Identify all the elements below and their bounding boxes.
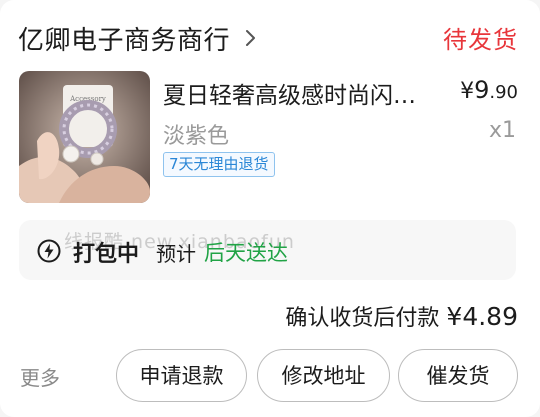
shop-name[interactable]: 亿卿电子商务商行 — [18, 20, 230, 57]
order-card: 亿卿电子商务商行 待发货 Accessory 夏日轻奢高级感时尚闪… ¥9.90… — [0, 0, 540, 417]
price-currency: ¥ — [460, 79, 475, 104]
payment-line: 确认收货后付款 ¥4.89 — [285, 300, 518, 332]
product-variant: 淡紫色 — [163, 124, 230, 149]
price-integer: 9 — [474, 76, 490, 104]
request-refund-button[interactable]: 申请退款 — [116, 349, 247, 402]
product-thumbnail[interactable]: Accessory — [19, 71, 150, 203]
product-price: ¥9.90 — [460, 76, 518, 104]
shop-header[interactable]: 亿卿电子商务商行 待发货 — [18, 18, 518, 58]
product-title[interactable]: 夏日轻奢高级感时尚闪… — [163, 76, 433, 110]
product-quantity: x1 — [488, 118, 516, 143]
payment-label: 确认收货后付款 — [285, 306, 440, 331]
change-address-button[interactable]: 修改地址 — [257, 349, 390, 402]
bolt-icon — [37, 239, 61, 263]
payment-amount: ¥4.89 — [446, 302, 518, 331]
eta-prefix: 预计 — [156, 242, 196, 266]
logistics-bar[interactable]: 线报酷 new.xianbaofun 打包中 预计 后天送达 — [19, 220, 516, 280]
urge-shipping-button[interactable]: 催发货 — [398, 349, 518, 402]
packing-status: 打包中 — [73, 242, 140, 267]
order-status: 待发货 — [443, 26, 518, 54]
return-policy-badge: 7天无理由退货 — [163, 152, 275, 177]
eta-value: 后天送达 — [204, 241, 288, 265]
chevron-right-icon[interactable] — [244, 28, 258, 48]
price-decimal: .90 — [489, 82, 518, 103]
more-button[interactable]: 更多 — [20, 362, 60, 391]
